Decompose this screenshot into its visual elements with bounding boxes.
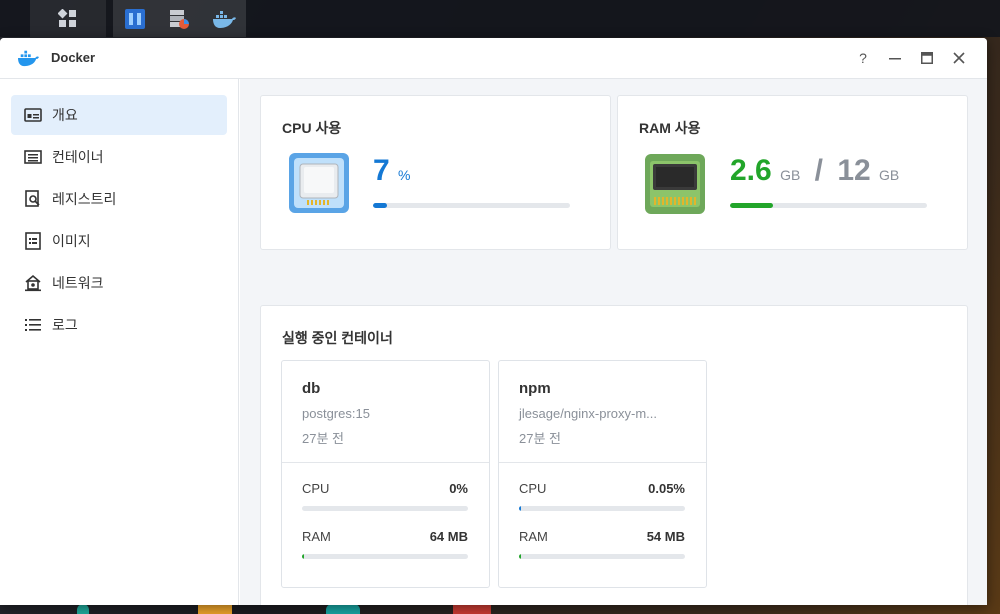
window-title: Docker — [51, 50, 96, 65]
container-name: db — [302, 380, 321, 397]
cpu-unit: % — [398, 167, 411, 183]
sidebar-item-label: 레지스트리 — [52, 191, 117, 207]
docker-window: Docker ? 개요 컨테이너 레지스트리 이미지 네트워크 로그 CPU 사… — [0, 38, 987, 605]
running-containers-title: 실행 중인 컨테이너 — [282, 330, 393, 346]
cpu-progress-fill — [373, 203, 387, 208]
sidebar: 개요 컨테이너 레지스트리 이미지 네트워크 로그 — [0, 79, 239, 605]
sidebar-item-label: 개요 — [52, 107, 78, 123]
close-button[interactable] — [949, 48, 969, 68]
desktop-shortcut[interactable] — [453, 604, 491, 614]
divider — [282, 462, 489, 463]
main-menu-icon — [58, 8, 76, 27]
container-ram-bar — [302, 554, 468, 559]
sidebar-item-label: 이미지 — [52, 233, 91, 249]
ram-separator: / — [814, 154, 823, 187]
cpu-usage-card[interactable]: CPU 사용 7 % — [260, 95, 611, 250]
ram-module-icon — [644, 153, 706, 215]
cpu-percent-value: 7 — [373, 154, 390, 187]
cpu-card-title: CPU 사용 — [282, 120, 342, 136]
image-icon — [24, 232, 42, 250]
cpu-value: 0.05% — [648, 481, 685, 496]
taskbar — [0, 0, 1000, 37]
container-card-npm[interactable]: npm jlesage/nginx-proxy-m... 27분 전 CPU 0… — [498, 360, 707, 588]
sidebar-item-registry[interactable]: 레지스트리 — [11, 179, 227, 219]
cpu-label: CPU — [302, 481, 330, 496]
container-ram-fill — [519, 554, 521, 559]
cpu-progress-bar — [373, 203, 570, 208]
container-cpu-bar — [519, 506, 685, 511]
container-card-db[interactable]: db postgres:15 27분 전 CPU 0% RAM 64 MB — [281, 360, 490, 588]
ram-card-title: RAM 사용 — [639, 120, 701, 136]
sidebar-item-overview[interactable]: 개요 — [11, 95, 227, 135]
taskbar-apps — [113, 0, 246, 37]
minimize-button[interactable] — [885, 48, 905, 68]
minimize-icon — [889, 58, 901, 60]
sidebar-item-container[interactable]: 컨테이너 — [11, 137, 227, 177]
desktop-shortcut[interactable] — [77, 604, 89, 614]
docker-taskbar-icon[interactable] — [211, 6, 237, 32]
ram-progress-bar — [730, 203, 927, 208]
sidebar-item-label: 컨테이너 — [52, 149, 104, 165]
container-uptime: 27분 전 — [519, 431, 561, 446]
container-cpu-fill — [519, 506, 521, 511]
ram-total-unit: GB — [879, 167, 900, 183]
ram-value: 64 MB — [429, 529, 468, 544]
cpu-value: 0% — [449, 481, 468, 496]
container-uptime: 27분 전 — [302, 431, 344, 446]
ram-used-value: 2.6 — [730, 154, 772, 187]
cpu-label: CPU — [519, 481, 547, 496]
help-button[interactable]: ? — [853, 48, 873, 68]
container-name: npm — [519, 380, 551, 397]
container-image: jlesage/nginx-proxy-m... — [519, 406, 657, 421]
ram-label: RAM — [519, 529, 548, 544]
ram-progress-fill — [730, 203, 773, 208]
ram-total-value: 12 — [837, 154, 871, 187]
ram-value-display: 2.6 GB / 12 GB — [730, 154, 899, 188]
sidebar-item-log[interactable]: 로그 — [11, 305, 227, 345]
sidebar-item-label: 네트워크 — [52, 275, 104, 291]
container-ram-bar — [519, 554, 685, 559]
ram-used-unit: GB — [780, 167, 801, 183]
sidebar-item-label: 로그 — [52, 317, 78, 333]
desktop-shortcut[interactable] — [198, 604, 232, 614]
divider — [499, 462, 706, 463]
maximize-button[interactable] — [917, 48, 937, 68]
sidebar-item-network[interactable]: 네트워크 — [11, 263, 227, 303]
maximize-icon — [921, 52, 933, 64]
file-station-icon[interactable] — [122, 6, 148, 32]
ram-usage-card[interactable]: RAM 사용 2.6 GB / 12 GB — [617, 95, 968, 250]
ram-value: 54 MB — [646, 529, 685, 544]
cpu-chip-icon — [288, 152, 350, 214]
overview-icon — [24, 106, 42, 124]
main-content: CPU 사용 7 % RAM 사용 2.6 GB / 12 GB 실행 중인 컨… — [240, 79, 987, 605]
ram-label: RAM — [302, 529, 331, 544]
sidebar-item-image[interactable]: 이미지 — [11, 221, 227, 261]
log-icon — [24, 316, 42, 334]
container-cpu-bar — [302, 506, 468, 511]
network-icon — [24, 274, 42, 292]
close-icon — [953, 52, 965, 64]
main-menu-button[interactable] — [30, 0, 106, 37]
cpu-value-display: 7 % — [373, 154, 410, 188]
container-image: postgres:15 — [302, 406, 370, 421]
desktop-shortcut[interactable] — [326, 604, 360, 614]
docker-app-icon — [16, 48, 40, 70]
storage-manager-icon[interactable] — [166, 6, 192, 32]
container-ram-fill — [302, 554, 304, 559]
registry-icon — [24, 190, 42, 208]
window-titlebar[interactable]: Docker ? — [0, 38, 987, 79]
container-icon — [24, 148, 42, 166]
